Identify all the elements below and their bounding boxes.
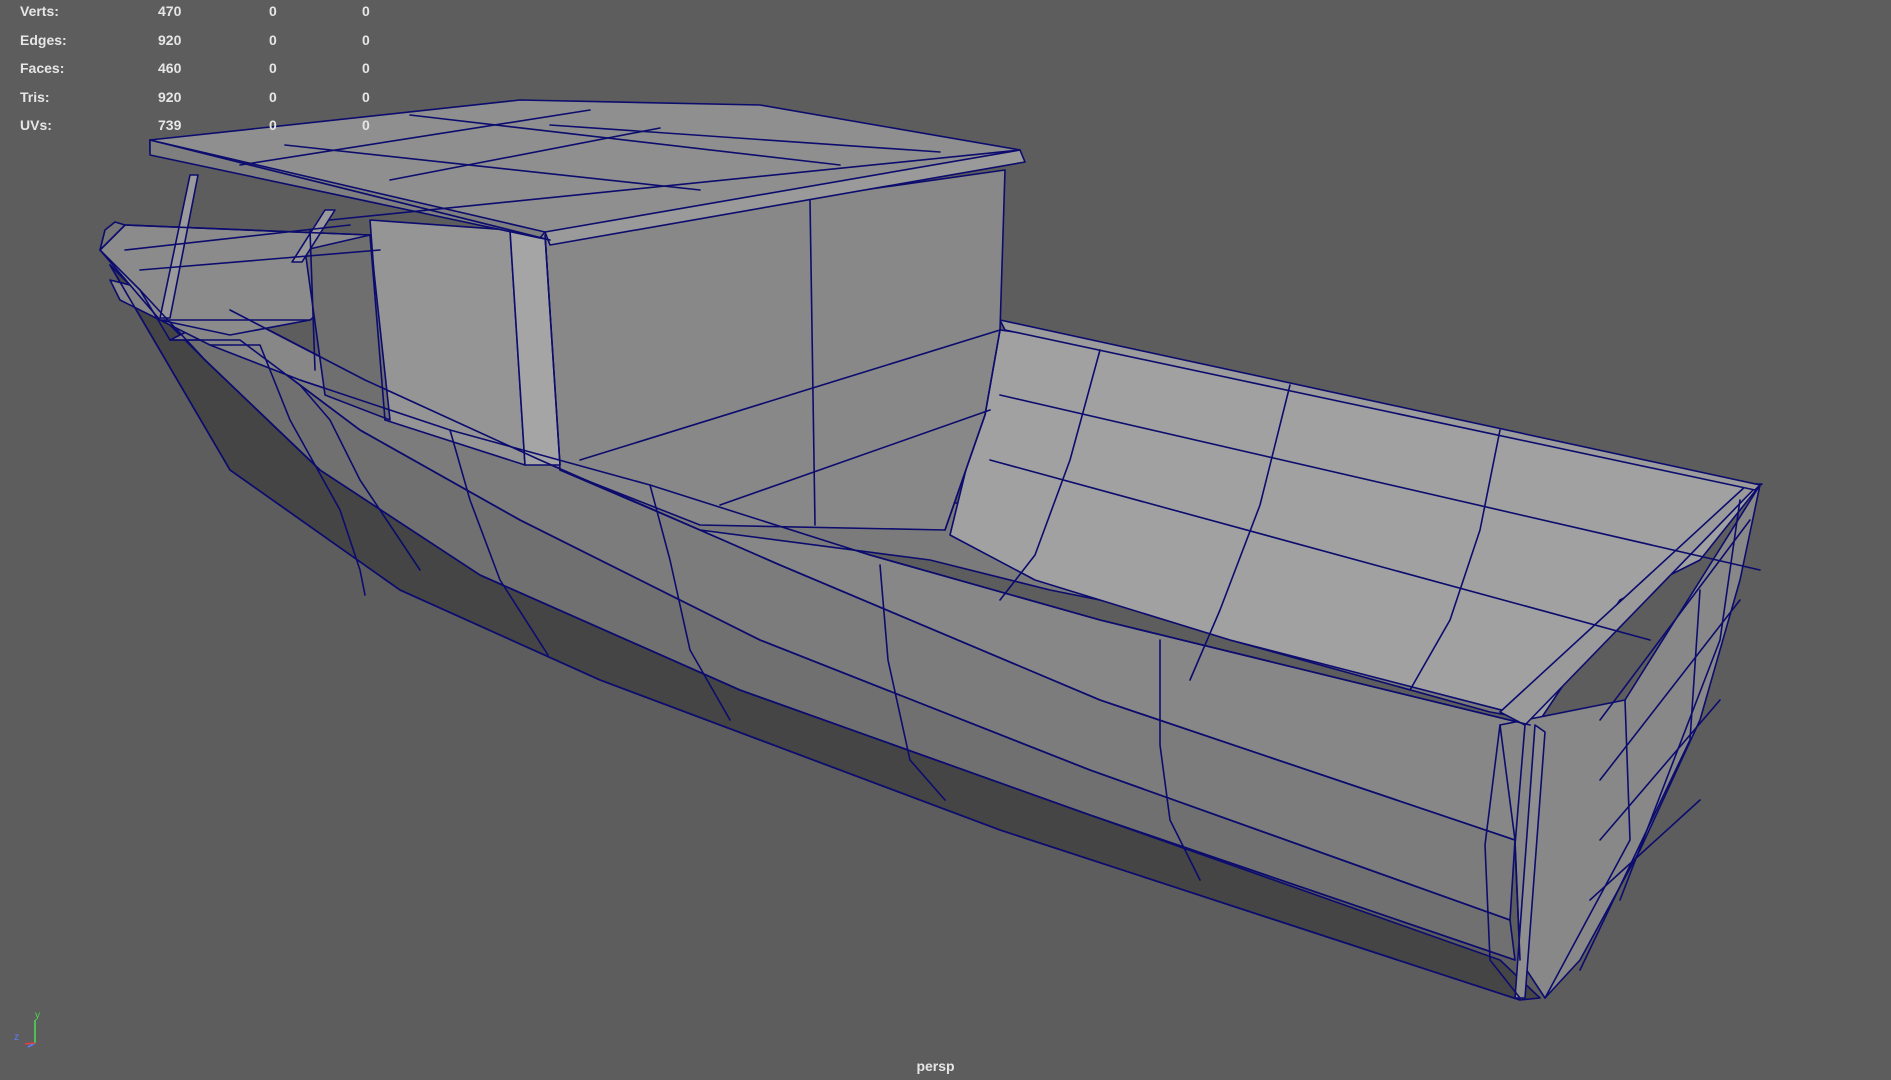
hud-value: 920 — [158, 88, 182, 105]
axis-label-y: y — [35, 1010, 40, 1021]
hud-value: 460 — [158, 60, 182, 77]
hud-value: 0 — [269, 60, 277, 77]
boat-model-mesh[interactable] — [0, 0, 1891, 1080]
hud-value: 0 — [362, 3, 370, 19]
persp-viewport[interactable]: Verts: 470 0 0 Edges: 920 0 0 Faces: 460… — [0, 0, 1891, 1080]
hud-label: Tris: — [20, 88, 50, 105]
hud-label: Edges: — [20, 31, 67, 48]
hud-value: 0 — [269, 117, 277, 134]
hud-value: 0 — [269, 3, 277, 19]
hud-label: Faces: — [20, 60, 65, 77]
hud-label: UVs: — [20, 117, 52, 134]
camera-name-label: persp — [916, 1058, 955, 1074]
hud-value: 0 — [362, 31, 370, 48]
hud-value: 0 — [362, 60, 370, 77]
hud-label: Verts: — [20, 3, 59, 19]
hud-value: 739 — [158, 117, 182, 134]
hud-value: 0 — [362, 88, 370, 105]
axis-label-z: z — [14, 1032, 19, 1043]
hud-value: 470 — [158, 3, 182, 19]
hud-value: 0 — [362, 117, 370, 134]
hud-value: 0 — [269, 88, 277, 105]
axis-orientation-gizmo: y z — [14, 1010, 40, 1048]
hud-value: 0 — [269, 31, 277, 48]
hud-value: 920 — [158, 31, 182, 48]
